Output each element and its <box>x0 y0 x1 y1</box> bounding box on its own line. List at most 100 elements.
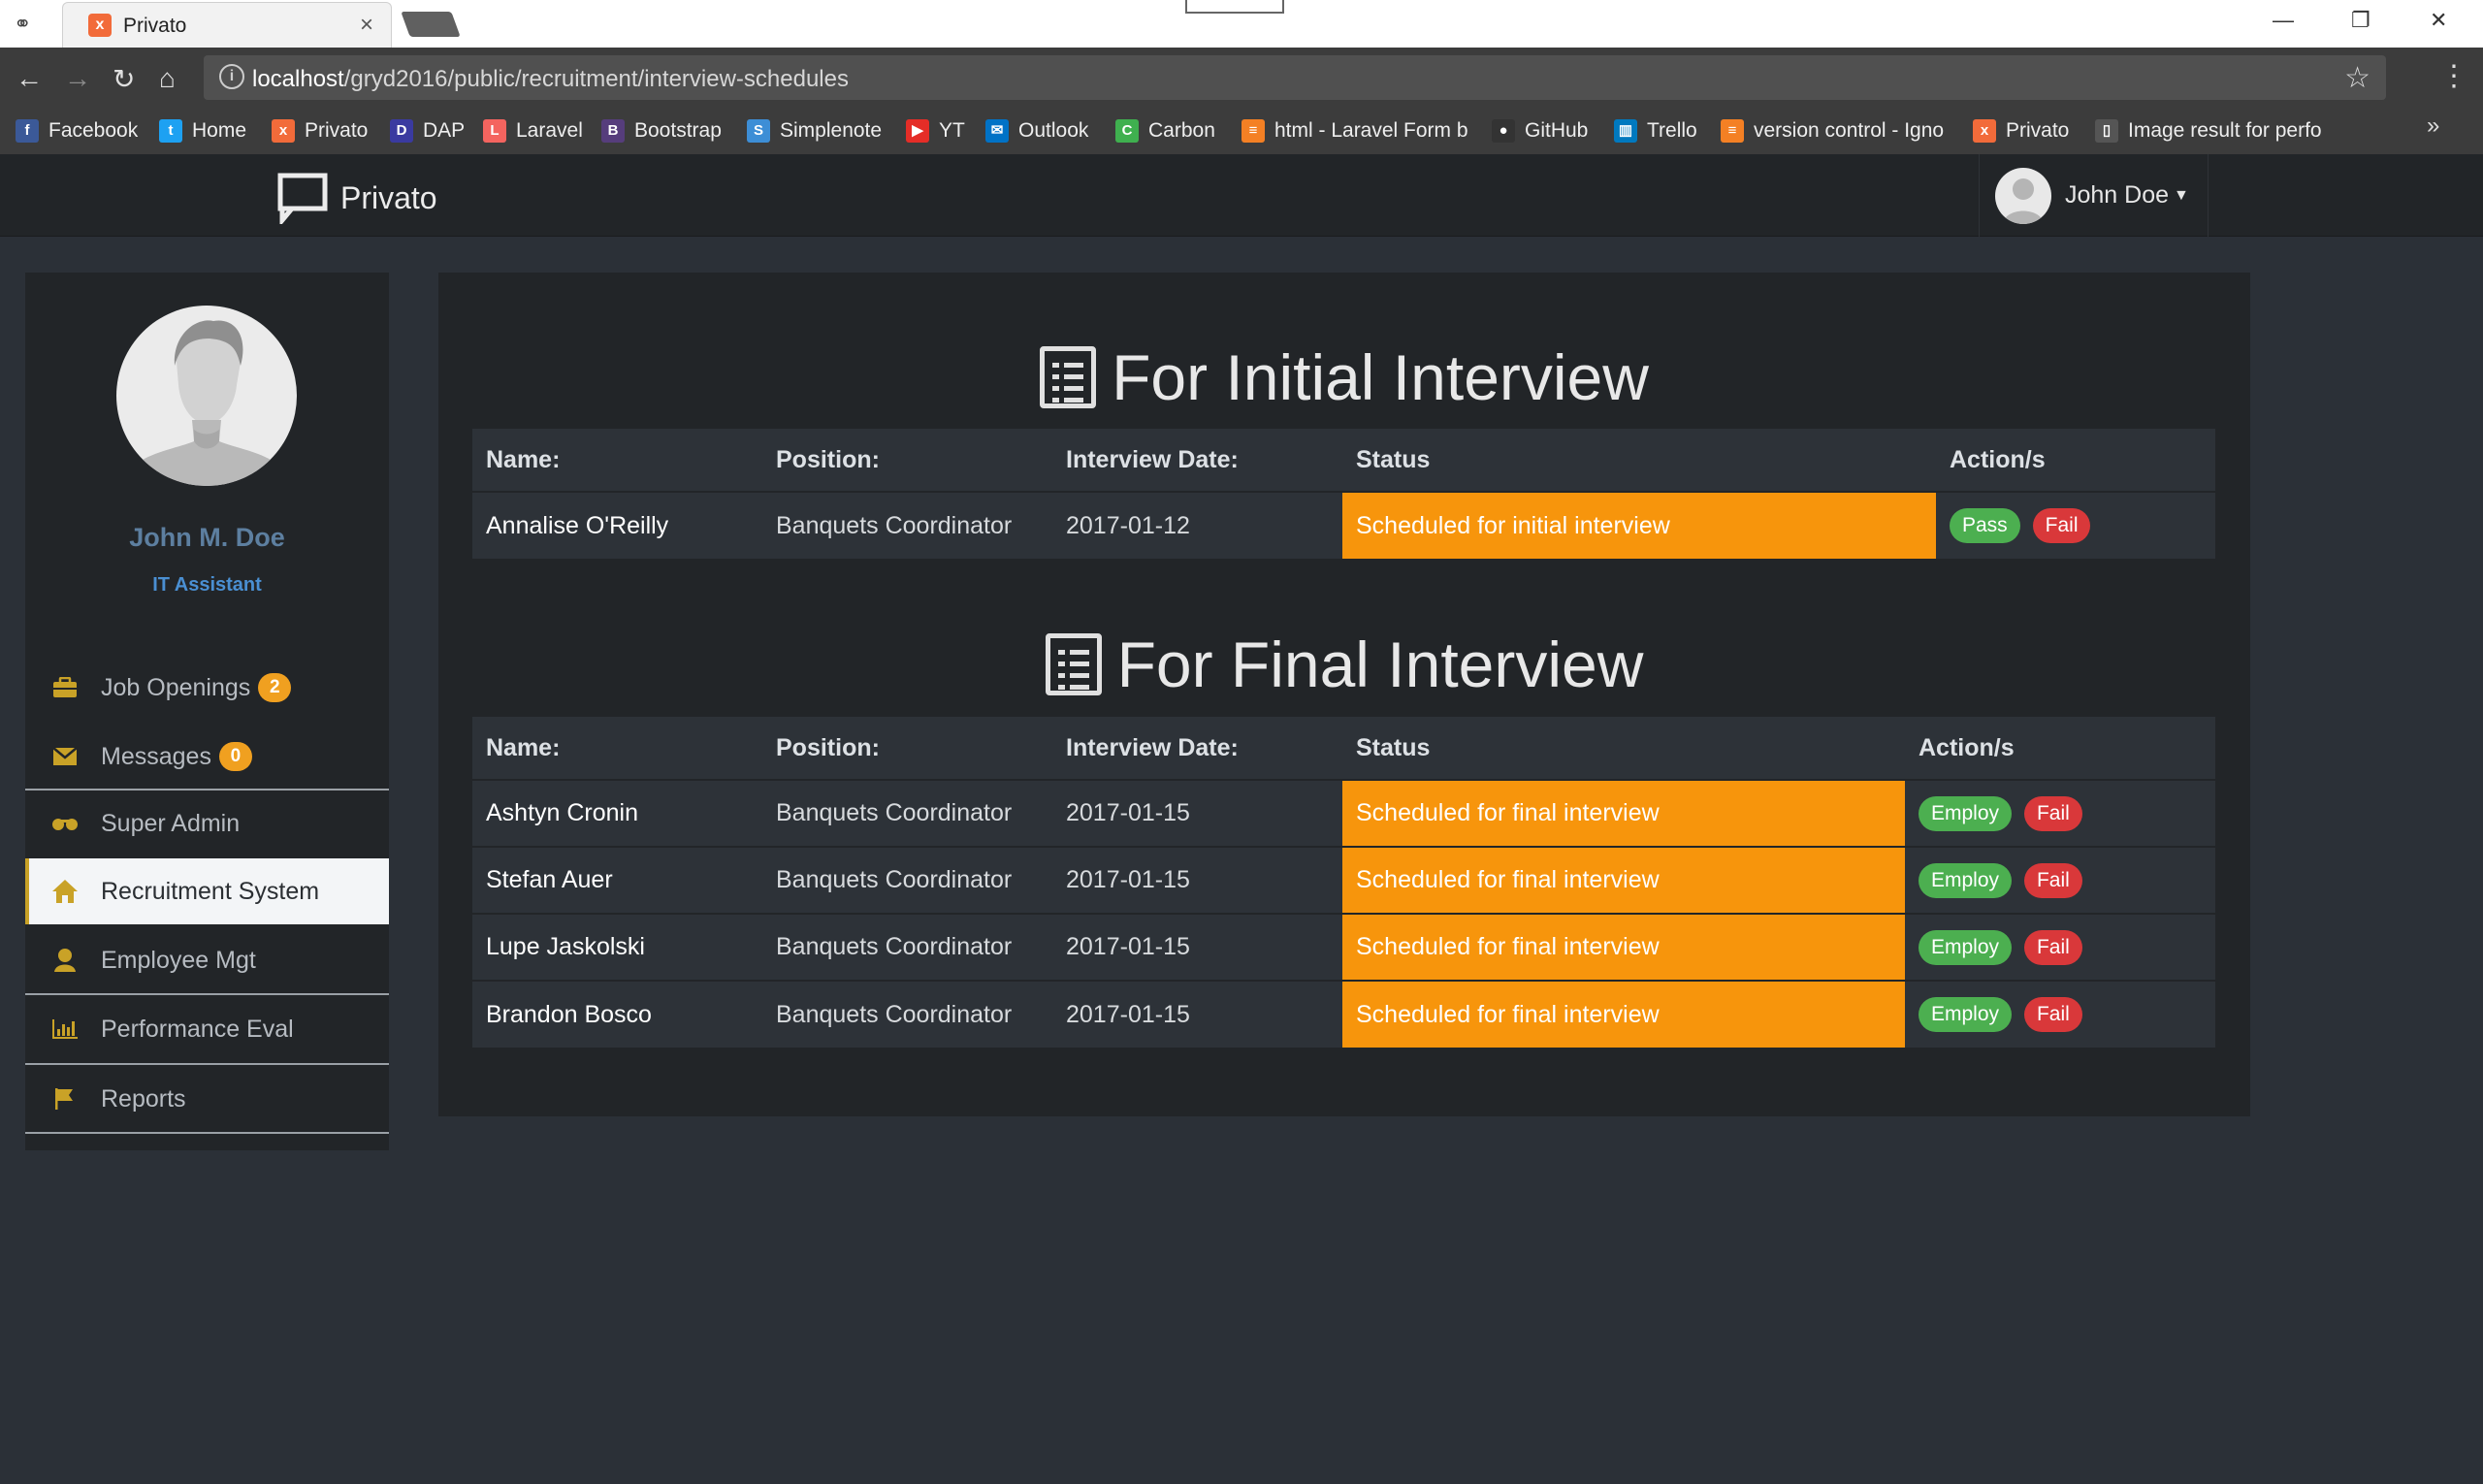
browser-toolbar: ← → ↻ ⌂ i localhost/gryd2016/public/recr… <box>0 48 2483 110</box>
section-title: For Final Interview <box>1116 629 1644 700</box>
user-menu[interactable]: John Doe ▼ <box>1979 154 2209 237</box>
sidebar-item-messages[interactable]: Messages 0 <box>25 724 389 790</box>
bookmark-label: Facebook <box>48 119 139 142</box>
employ-button[interactable]: Employ <box>1919 795 2013 831</box>
candidate-name: Brandon Bosco <box>472 980 762 1048</box>
table-row: Brandon Bosco Banquets Coordinator 2017-… <box>472 980 2215 1048</box>
bookmark-8[interactable]: ▶ YT <box>906 116 965 145</box>
table-row: Annalise O'Reilly Banquets Coordinator 2… <box>472 491 2215 559</box>
final-interview-table: Name: Position: Interview Date: Status A… <box>472 717 2215 1048</box>
reload-icon[interactable]: ↻ <box>113 63 135 95</box>
column-header: Interview Date: <box>1052 429 1342 492</box>
candidate-name: Annalise O'Reilly <box>472 491 762 559</box>
browser-menu-icon[interactable]: ⋮ <box>2439 59 2468 93</box>
sidebar-item-label: Performance Eval <box>101 1015 294 1043</box>
window-drag-handle[interactable] <box>1185 0 1284 14</box>
bookmark-11[interactable]: ≡ html - Laravel Form b <box>1242 116 1468 145</box>
bookmark-6[interactable]: B Bootstrap <box>601 116 722 145</box>
bookmark-4[interactable]: D DAP <box>390 116 465 145</box>
bookmark-10[interactable]: C Carbon <box>1115 116 1215 145</box>
actions-cell: Employ Fail <box>1905 779 2215 847</box>
table-row: Stefan Auer Banquets Coordinator 2017-01… <box>472 846 2215 914</box>
minimize-icon[interactable]: — <box>2273 8 2294 33</box>
sidebar-item-reports[interactable]: Reports <box>25 1066 389 1132</box>
column-header: Action/s <box>1905 717 2215 780</box>
bookmark-star-icon[interactable]: ☆ <box>2344 61 2370 95</box>
table-row: Ashtyn Cronin Banquets Coordinator 2017-… <box>472 779 2215 847</box>
address-bar[interactable]: i localhost/gryd2016/public/recruitment/… <box>204 55 2386 100</box>
candidate-position: Banquets Coordinator <box>762 846 1052 914</box>
forward-icon[interactable]: → <box>64 63 91 94</box>
profile-avatar <box>116 306 297 486</box>
sidebar-item-job-openings[interactable]: Job Openings 2 <box>25 655 389 721</box>
placeholder <box>25 1200 389 1266</box>
sidebar-item-label: Employee Mgt <box>101 946 256 974</box>
bookmark-label: Privato <box>2006 119 2070 142</box>
table-header-row: Name: Position: Interview Date: Status A… <box>472 429 2215 492</box>
back-icon[interactable]: ← <box>16 63 43 94</box>
youtube-icon: ▶ <box>906 119 929 143</box>
interview-date: 2017-01-12 <box>1052 491 1342 559</box>
close-window-icon[interactable]: ✕ <box>2430 8 2447 33</box>
tab-close-icon[interactable]: × <box>360 12 373 39</box>
bookmark-7[interactable]: S Simplenote <box>747 116 882 145</box>
fail-button[interactable]: Fail <box>2023 795 2082 831</box>
initial-interview-heading: For Initial Interview <box>438 340 2250 414</box>
sidebar-item-performance-eval[interactable]: Performance Eval <box>25 996 389 1062</box>
bookmark-14[interactable]: ≡ version control - Igno <box>1721 116 1944 145</box>
bookmark-13[interactable]: ▥ Trello <box>1614 116 1697 145</box>
info-icon[interactable]: i <box>219 64 244 89</box>
sidebar: John M. Doe IT Assistant Job Openings 2 … <box>25 273 389 1150</box>
bookmark-2[interactable]: t Home <box>159 116 246 145</box>
bookmark-label: Trello <box>1647 119 1697 142</box>
app-navbar: Privato John Doe ▼ <box>0 154 2483 237</box>
sidebar-divider <box>25 1063 389 1065</box>
bookmark-1[interactable]: f Facebook <box>16 116 138 145</box>
candidate-name: Stefan Auer <box>472 846 762 914</box>
list-document-icon <box>1045 633 1102 695</box>
column-header: Position: <box>762 429 1052 492</box>
candidate-name: Lupe Jaskolski <box>472 913 762 981</box>
more-bookmarks-icon[interactable]: » <box>2427 113 2439 140</box>
bookmark-15[interactable]: x Privato <box>1973 116 2069 145</box>
interview-date: 2017-01-15 <box>1052 913 1342 981</box>
sidebar-item-super-admin[interactable]: Super Admin <box>25 790 389 856</box>
candidate-position: Banquets Coordinator <box>762 980 1052 1048</box>
bookmark-label: Home <box>192 119 247 142</box>
interview-date: 2017-01-15 <box>1052 846 1342 914</box>
bookmark-3[interactable]: x Privato <box>272 116 368 145</box>
bookmark-16[interactable]: ▯ Image result for perfo <box>2095 116 2322 145</box>
bookmark-5[interactable]: L Laravel <box>483 116 583 145</box>
sidebar-item-recruitment-system[interactable]: Recruitment System <box>25 858 389 924</box>
brand[interactable]: Privato <box>276 173 437 224</box>
tab-title: Privato <box>123 15 187 37</box>
fail-button[interactable]: Fail <box>2032 508 2091 543</box>
flag-icon <box>50 1084 80 1113</box>
browser-titlebar: ⚭ x Privato × — ❐ ✕ <box>0 0 2483 48</box>
restore-icon[interactable]: ❐ <box>2351 8 2370 33</box>
glasses-icon <box>50 809 80 838</box>
fail-button[interactable]: Fail <box>2023 862 2082 898</box>
bookmarks-bar: f Facebook t Home x Privato D DAP L Laravel B Boots… <box>0 110 2483 154</box>
dap-icon: D <box>390 119 413 143</box>
bookmark-label: version control - Igno <box>1754 119 1945 142</box>
browser-tab[interactable]: x Privato × <box>62 2 392 48</box>
bookmark-12[interactable]: ● GitHub <box>1492 116 1588 145</box>
employ-button[interactable]: Employ <box>1919 929 2013 965</box>
caret-down-icon: ▼ <box>2174 186 2189 204</box>
bookmark-label: html - Laravel Form b <box>1274 119 1468 142</box>
bookmark-label: GitHub <box>1525 119 1589 142</box>
fail-button[interactable]: Fail <box>2023 929 2082 965</box>
briefcase-icon <box>50 673 80 702</box>
home-icon[interactable]: ⌂ <box>159 63 176 94</box>
bookmark-label: Privato <box>305 119 369 142</box>
final-interview-heading: For Final Interview <box>438 628 2250 701</box>
pass-button[interactable]: Pass <box>1950 508 2020 543</box>
bookmark-9[interactable]: ✉ Outlook <box>985 116 1088 145</box>
fail-button[interactable]: Fail <box>2023 997 2082 1032</box>
user-icon <box>50 946 80 975</box>
employ-button[interactable]: Employ <box>1919 997 2013 1032</box>
employ-button[interactable]: Employ <box>1919 862 2013 898</box>
new-tab-button[interactable] <box>401 12 461 37</box>
sidebar-item-employee-mgt[interactable]: Employee Mgt <box>25 927 389 993</box>
